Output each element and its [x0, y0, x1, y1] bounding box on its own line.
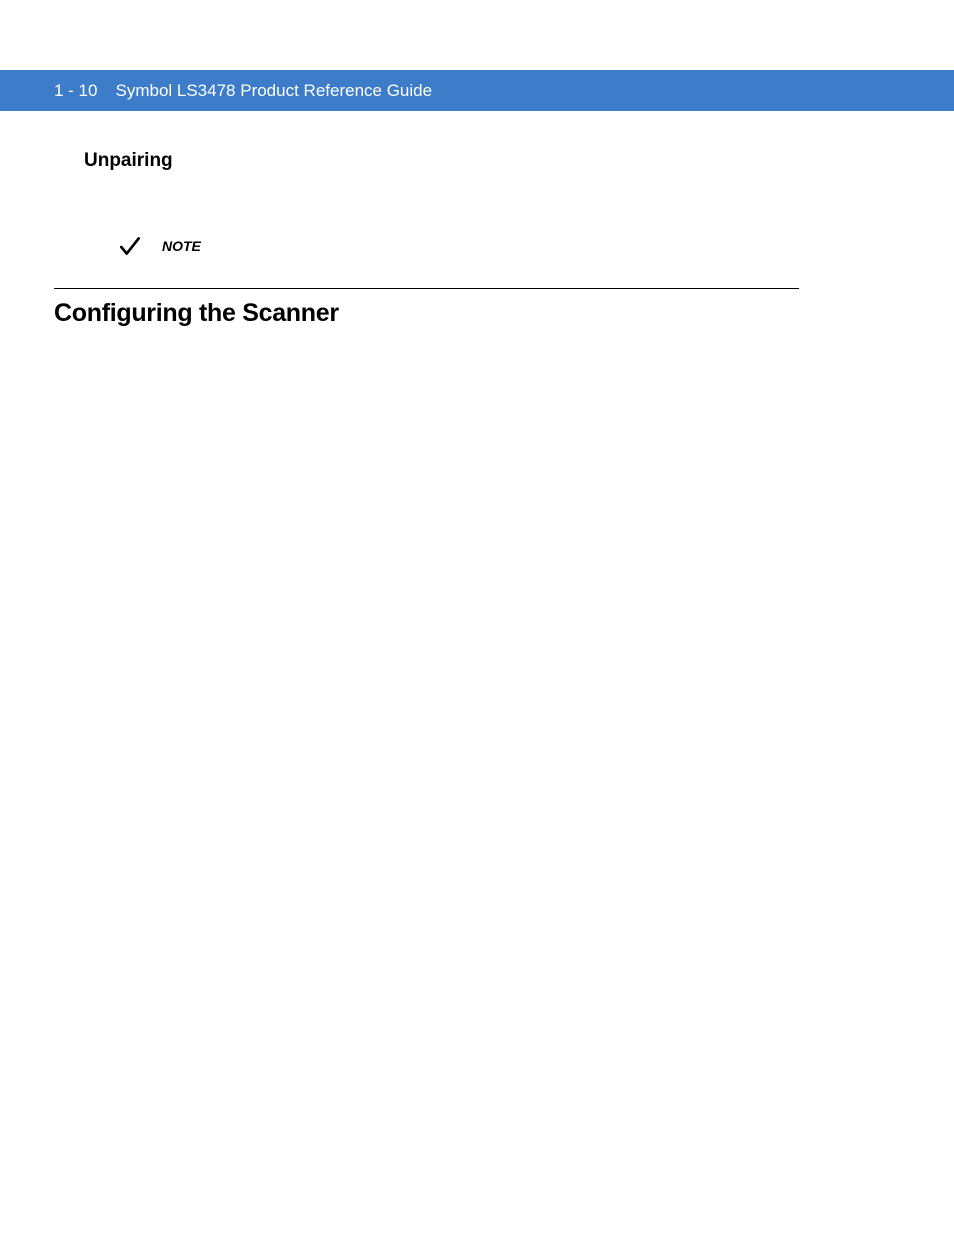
configuring-heading: Configuring the Scanner — [54, 299, 799, 328]
content-area: Unpairing NOTE Configuring the Scanner — [54, 150, 799, 328]
note-label: NOTE — [162, 238, 201, 254]
section-divider — [54, 288, 799, 289]
page-header-bar: 1 - 10 Symbol LS3478 Product Reference G… — [0, 70, 954, 111]
checkmark-icon — [116, 232, 144, 260]
document-title: Symbol LS3478 Product Reference Guide — [115, 81, 432, 101]
unpairing-heading: Unpairing — [84, 150, 799, 172]
note-block: NOTE — [116, 232, 799, 260]
page-number: 1 - 10 — [54, 81, 97, 101]
